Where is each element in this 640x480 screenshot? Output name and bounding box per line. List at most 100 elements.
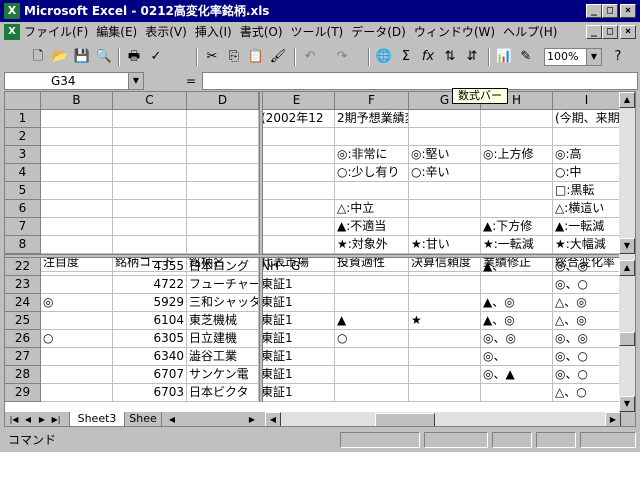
maximize-button[interactable]: □: [602, 4, 618, 18]
cell-b3[interactable]: [41, 146, 113, 164]
cell-e26[interactable]: 東証1: [259, 330, 335, 348]
equals-button[interactable]: =: [186, 73, 196, 89]
chevron-down-icon[interactable]: ▼: [128, 73, 143, 89]
cell-e4[interactable]: [259, 164, 335, 182]
cell-b27[interactable]: [41, 348, 113, 366]
cell-f29[interactable]: [335, 384, 409, 402]
row-header[interactable]: 2: [5, 128, 41, 146]
cell-b6[interactable]: [41, 200, 113, 218]
cell-d24[interactable]: 三和シャッタ: [187, 294, 259, 312]
print-icon[interactable]: 🖶: [124, 47, 144, 67]
cell-d2[interactable]: [187, 128, 259, 146]
column-header-e[interactable]: E: [259, 92, 335, 110]
cell-h26[interactable]: ◎、◎: [481, 330, 553, 348]
first-sheet-icon[interactable]: |◀: [7, 413, 21, 426]
row-header[interactable]: 24: [5, 294, 41, 312]
cell-b25[interactable]: [41, 312, 113, 330]
cell-h28[interactable]: ◎、▲: [481, 366, 553, 384]
cell-g1[interactable]: [409, 110, 481, 128]
cell-b24[interactable]: ◎: [41, 294, 113, 312]
row-header[interactable]: 8: [5, 236, 41, 254]
cell-b23[interactable]: [41, 276, 113, 294]
cell-i8[interactable]: ★:大幅減: [553, 236, 621, 254]
cell-g22[interactable]: [409, 258, 481, 276]
row-header[interactable]: 6: [5, 200, 41, 218]
cell-c7[interactable]: [113, 218, 187, 236]
cell-i26[interactable]: ◎、◎: [553, 330, 621, 348]
formula-input[interactable]: [202, 72, 638, 90]
cell-e22[interactable]: NH－G: [259, 258, 335, 276]
zoom-select[interactable]: 100% ▼: [544, 48, 602, 66]
row-header[interactable]: 7: [5, 218, 41, 236]
scroll-thumb[interactable]: [375, 413, 435, 426]
next-sheet-icon[interactable]: ▶: [35, 413, 49, 426]
select-all-corner[interactable]: [5, 92, 41, 110]
help-icon[interactable]: ?: [608, 47, 628, 67]
column-header-b[interactable]: B: [41, 92, 113, 110]
cell-c4[interactable]: [113, 164, 187, 182]
cell-g5[interactable]: [409, 182, 481, 200]
cell-e24[interactable]: 東証1: [259, 294, 335, 312]
cell-h25[interactable]: ▲、◎: [481, 312, 553, 330]
scroll-left-icon[interactable]: ◀: [265, 412, 281, 426]
cell-e5[interactable]: [259, 182, 335, 200]
open-folder-icon[interactable]: 📂: [50, 47, 70, 67]
name-box[interactable]: G34 ▼: [4, 72, 144, 90]
cell-e6[interactable]: [259, 200, 335, 218]
scroll-thumb[interactable]: [619, 332, 635, 346]
doc-close-button[interactable]: ×: [620, 25, 636, 39]
cell-f28[interactable]: [335, 366, 409, 384]
cell-h22[interactable]: ▲、: [481, 258, 553, 276]
cell-d26[interactable]: 日立建機: [187, 330, 259, 348]
cell-h4[interactable]: [481, 164, 553, 182]
cell-f6[interactable]: △:中立: [335, 200, 409, 218]
row-header[interactable]: 23: [5, 276, 41, 294]
cell-d1[interactable]: [187, 110, 259, 128]
chevron-down-icon[interactable]: ▼: [586, 49, 601, 65]
scroll-down-icon[interactable]: ▼: [619, 396, 635, 412]
horizontal-split-bar[interactable]: [5, 254, 621, 258]
drawing-icon[interactable]: ✎: [516, 47, 536, 67]
cell-h6[interactable]: [481, 200, 553, 218]
cell-e23[interactable]: 東証1: [259, 276, 335, 294]
row-header[interactable]: 3: [5, 146, 41, 164]
cell-f8[interactable]: ★:対象外: [335, 236, 409, 254]
cell-c3[interactable]: [113, 146, 187, 164]
cell-b8[interactable]: [41, 236, 113, 254]
cell-f2[interactable]: [335, 128, 409, 146]
cell-b28[interactable]: [41, 366, 113, 384]
cell-f4[interactable]: ○:少し有り: [335, 164, 409, 182]
cell-b26[interactable]: ○: [41, 330, 113, 348]
scroll-up-icon[interactable]: ▲: [619, 92, 635, 108]
cell-d22[interactable]: 日本ロング: [187, 258, 259, 276]
undo-icon[interactable]: ↶: [300, 47, 320, 67]
cell-i3[interactable]: ◎:高: [553, 146, 621, 164]
cell-i29[interactable]: △、○: [553, 384, 621, 402]
cell-h27[interactable]: ◎、: [481, 348, 553, 366]
cell-h5[interactable]: [481, 182, 553, 200]
cell-b2[interactable]: [41, 128, 113, 146]
cell-c27[interactable]: 6340: [113, 348, 187, 366]
cell-g26[interactable]: [409, 330, 481, 348]
cell-f3[interactable]: ◎:非常に: [335, 146, 409, 164]
cell-e27[interactable]: 東証1: [259, 348, 335, 366]
cell-d25[interactable]: 東芝機械: [187, 312, 259, 330]
cell-h24[interactable]: ▲、◎: [481, 294, 553, 312]
cell-g29[interactable]: [409, 384, 481, 402]
cell-i7[interactable]: ▲:一転減: [553, 218, 621, 236]
cell-d29[interactable]: 日本ビクタ: [187, 384, 259, 402]
cell-g24[interactable]: [409, 294, 481, 312]
cell-g8[interactable]: ★:甘い: [409, 236, 481, 254]
cell-g3[interactable]: ◎:堅い: [409, 146, 481, 164]
cell-e29[interactable]: 東証1: [259, 384, 335, 402]
cell-i25[interactable]: △、◎: [553, 312, 621, 330]
scroll-up-icon[interactable]: ▲: [619, 260, 635, 276]
cell-g27[interactable]: [409, 348, 481, 366]
cell-b7[interactable]: [41, 218, 113, 236]
cell-d5[interactable]: [187, 182, 259, 200]
workbook-icon[interactable]: X: [4, 24, 20, 40]
cell-d28[interactable]: サンケン電: [187, 366, 259, 384]
cell-b4[interactable]: [41, 164, 113, 182]
row-header[interactable]: 5: [5, 182, 41, 200]
cell-e25[interactable]: 東証1: [259, 312, 335, 330]
